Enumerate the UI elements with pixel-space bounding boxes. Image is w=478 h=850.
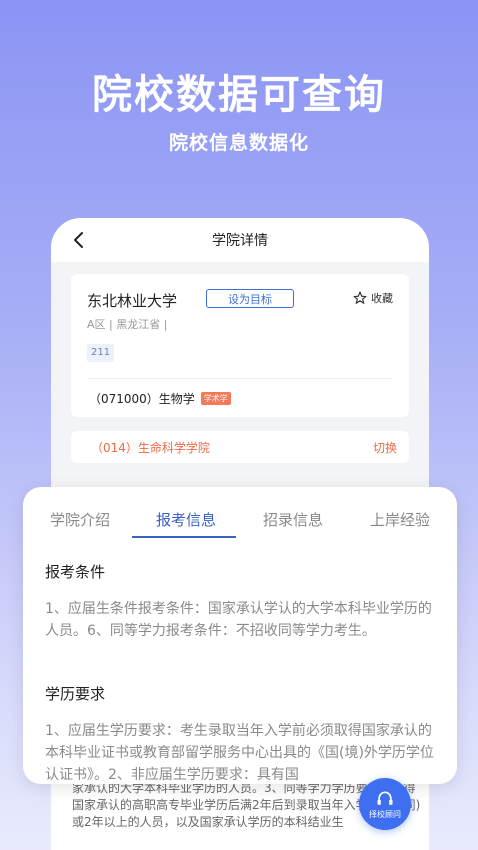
- info-panel: 学院介绍 报考信息 招录信息 上岸经验 报考条件 1、应届生条件报考条件：国家承…: [23, 487, 457, 784]
- star-icon: [353, 291, 367, 304]
- favorite-label: 收藏: [371, 292, 393, 305]
- university-card: 东北林业大学 设为目标 收藏 A区 | 黑龙江省 | 211 （071000）生…: [71, 274, 409, 417]
- education-title: 学历要求: [45, 685, 106, 703]
- tab-application-info[interactable]: 报考信息: [156, 509, 216, 530]
- divider: [87, 378, 393, 379]
- university-name: 东北林业大学: [87, 292, 178, 310]
- college-name: （014）生命科学学院: [91, 440, 210, 455]
- active-tab-indicator: [132, 536, 236, 538]
- university-tag: 211: [87, 344, 115, 362]
- major-type-badge: 学术学: [200, 392, 231, 405]
- switch-college-button[interactable]: 切换: [373, 439, 397, 456]
- screen-header: 学院详情: [51, 218, 429, 262]
- major-name: （071000）生物学: [89, 392, 195, 406]
- consult-label: 择校顾问: [369, 809, 401, 819]
- tab-college-intro[interactable]: 学院介绍: [50, 509, 110, 530]
- conditions-title: 报考条件: [45, 563, 106, 581]
- hero-title: 院校数据可查询: [92, 72, 386, 118]
- screen-title: 学院详情: [212, 233, 268, 249]
- tab-success-experience[interactable]: 上岸经验: [370, 509, 430, 530]
- conditions-text: 1、应届生条件报考条件：国家承认学认的大学本科毕业学历的人员。6、同等学力报考条…: [45, 601, 432, 639]
- education-text: 1、应届生学历要求：考生录取当年入学前必须取得国家承认的本科毕业证书或教育部留学…: [45, 723, 434, 783]
- headset-icon: [377, 791, 393, 805]
- favorite-button[interactable]: 收藏: [353, 290, 393, 306]
- tab-bar: 学院介绍 报考信息 招录信息 上岸经验: [23, 487, 457, 539]
- college-bar: （014）生命科学学院 切换: [71, 431, 409, 463]
- tab-admission-info[interactable]: 招录信息: [263, 509, 323, 530]
- hero-subtitle: 院校信息数据化: [168, 132, 309, 154]
- university-meta: A区 | 黑龙江省 |: [87, 318, 168, 331]
- consult-button[interactable]: 择校顾问: [359, 778, 411, 830]
- major-row: （071000）生物学 学术学: [89, 390, 231, 407]
- set-target-button[interactable]: 设为目标: [206, 289, 294, 308]
